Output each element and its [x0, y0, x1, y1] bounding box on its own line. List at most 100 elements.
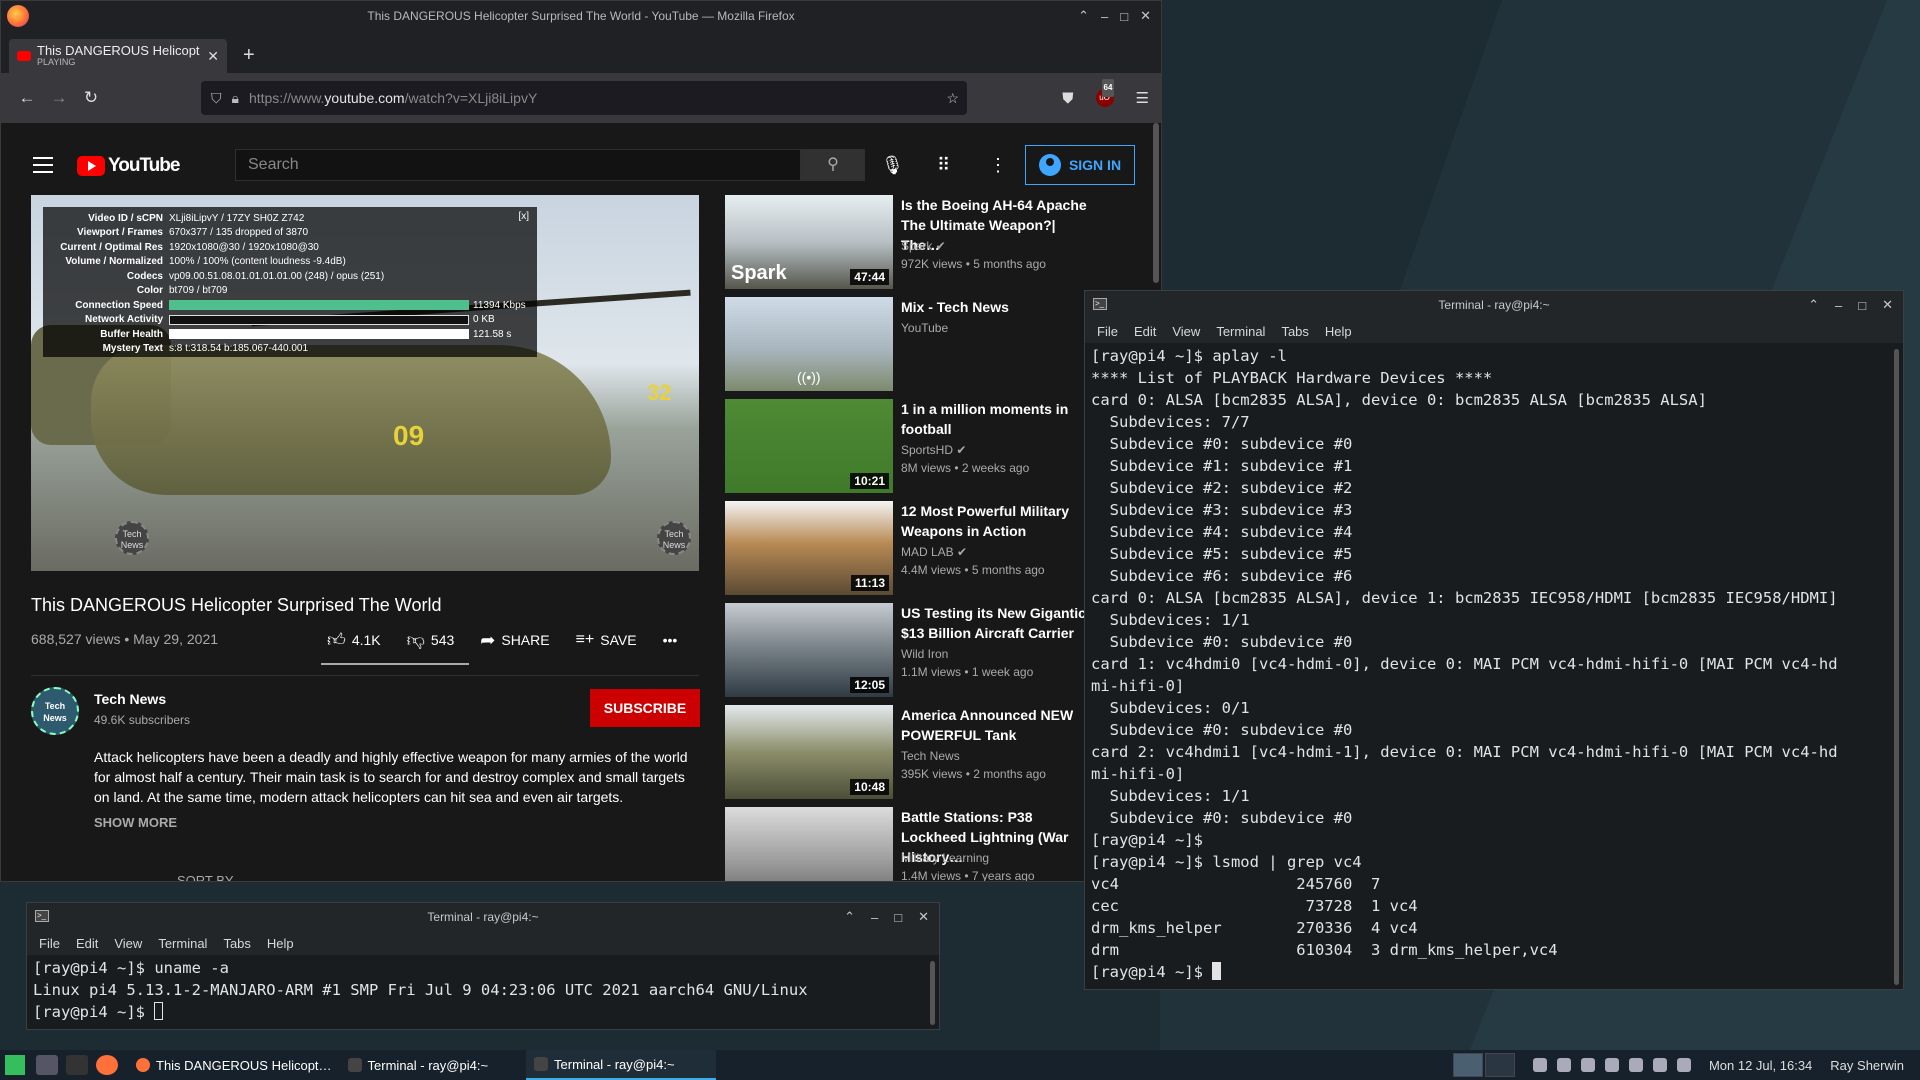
maximize-button[interactable]: □: [894, 910, 902, 925]
terminal-launcher-icon[interactable]: [66, 1055, 88, 1075]
taskbar-task-terminal[interactable]: Terminal - ray@pi4:~: [340, 1050, 497, 1080]
stats-close-button[interactable]: [x]: [518, 211, 529, 222]
save-button[interactable]: ≡+ SAVE: [576, 631, 637, 649]
url-bar[interactable]: ⛉ 🔒︎ https://www. youtube.com/watch?v=XLj…: [201, 81, 967, 115]
user-name[interactable]: Ray Sherwin: [1830, 1058, 1904, 1073]
show-more-button[interactable]: SHOW MORE: [94, 815, 177, 830]
reload-icon[interactable]: ↻: [75, 88, 107, 108]
dislike-button[interactable]: 👎︎ 543: [407, 629, 455, 651]
minimize-button[interactable]: –: [1835, 298, 1842, 313]
shade-button[interactable]: ⌃: [1078, 8, 1089, 24]
back-arrow-icon[interactable]: ←: [11, 88, 43, 108]
tracking-shield-icon[interactable]: ⛉: [211, 90, 222, 107]
firefox-launcher-icon[interactable]: [96, 1055, 118, 1075]
terminal-prompt[interactable]: [ray@pi4 ~]$: [1091, 961, 1897, 983]
clock[interactable]: Mon 12 Jul, 16:34: [1709, 1058, 1812, 1073]
taskbar-task-terminal-active[interactable]: Terminal - ray@pi4:~: [526, 1050, 717, 1080]
menu-help[interactable]: Help: [267, 936, 294, 951]
maximize-button[interactable]: □: [1120, 9, 1128, 24]
minimize-button[interactable]: –: [871, 910, 878, 925]
update-icon[interactable]: [1604, 1058, 1619, 1072]
shade-button[interactable]: ⌃: [844, 909, 855, 925]
menu-terminal[interactable]: Terminal: [1216, 324, 1265, 339]
recommended-video[interactable]: 12:05 US Testing its New Gigantic $13 Bi…: [725, 603, 1145, 699]
recommended-title[interactable]: 12 Most Powerful Military Weapons in Act…: [901, 501, 1091, 541]
video-thumbnail[interactable]: [725, 807, 893, 881]
menu-file[interactable]: File: [39, 936, 60, 951]
workspace-2[interactable]: [1484, 1053, 1515, 1077]
maximize-button[interactable]: □: [1858, 298, 1866, 313]
menu-edit[interactable]: Edit: [76, 936, 98, 951]
apps-grid-icon[interactable]: ⠿: [937, 155, 950, 176]
menu-tabs[interactable]: Tabs: [1281, 324, 1308, 339]
menu-view[interactable]: View: [114, 936, 142, 951]
search-button[interactable]: ⚲: [801, 149, 865, 181]
recommended-title[interactable]: America Announced NEW POWERFUL Tank: [901, 705, 1091, 745]
file-manager-icon[interactable]: [36, 1055, 58, 1075]
network-icon[interactable]: [1580, 1058, 1595, 1072]
firefox-titlebar[interactable]: This DANGEROUS Helicopter Surprised The …: [1, 1, 1161, 31]
more-actions-button[interactable]: •••: [663, 632, 678, 648]
menu-tabs[interactable]: Tabs: [223, 936, 250, 951]
pocket-icon[interactable]: ⛊: [1062, 90, 1073, 107]
video-thumbnail[interactable]: 12:05: [725, 603, 893, 697]
new-tab-button[interactable]: +: [243, 44, 255, 67]
video-thumbnail[interactable]: ((•)): [725, 297, 893, 391]
recommended-title[interactable]: 1 in a million moments in football: [901, 399, 1091, 439]
menu-edit[interactable]: Edit: [1134, 324, 1156, 339]
share-button[interactable]: ➦ SHARE: [480, 630, 549, 651]
volume-icon[interactable]: [1532, 1058, 1547, 1072]
browser-tab[interactable]: This DANGEROUS Helicopt PLAYING ✕: [9, 39, 227, 73]
channel-avatar[interactable]: Tech News: [31, 687, 79, 735]
terminal-titlebar[interactable]: >_ Terminal - ray@pi4:~ ⌃ – □ ✕: [27, 903, 939, 931]
shade-button[interactable]: ⌃: [1808, 297, 1819, 313]
page-scrollbar[interactable]: [1153, 123, 1159, 283]
youtube-logo[interactable]: YouTube: [77, 155, 180, 177]
recommended-video[interactable]: 11:13 12 Most Powerful Military Weapons …: [725, 501, 1145, 597]
display-icon[interactable]: [1628, 1058, 1643, 1072]
minimize-button[interactable]: –: [1101, 9, 1108, 24]
video-thumbnail[interactable]: 10:21: [725, 399, 893, 493]
terminal-output[interactable]: [ray@pi4 ~]$ aplay -l **** List of PLAYBA…: [1085, 343, 1903, 985]
video-thumbnail[interactable]: 11:13: [725, 501, 893, 595]
subscribe-button[interactable]: SUBSCRIBE: [590, 689, 700, 727]
terminal-prompt[interactable]: [ray@pi4 ~]$: [33, 1001, 933, 1023]
app-menu-icon[interactable]: ☰: [1136, 89, 1149, 107]
terminal-scrollbar[interactable]: [1894, 349, 1899, 985]
recommended-video[interactable]: Spark 47:44 Is the Boeing AH-64 Apache T…: [725, 195, 1145, 291]
video-thumbnail[interactable]: 10:48: [725, 705, 893, 799]
recommended-video[interactable]: ((•)) Mix - Tech News YouTube: [725, 297, 1145, 393]
guide-menu-icon[interactable]: [33, 157, 53, 173]
workspace-switcher[interactable]: [1452, 1053, 1515, 1077]
tab-close-icon[interactable]: ✕: [207, 48, 219, 65]
notification-icon[interactable]: [1652, 1058, 1667, 1072]
recommended-video[interactable]: 10:21 1 in a million moments in football…: [725, 399, 1145, 495]
menu-file[interactable]: File: [1097, 324, 1118, 339]
workspace-1[interactable]: [1452, 1053, 1483, 1077]
terminal-titlebar[interactable]: >_ Terminal - ray@pi4:~ ⌃ – □ ✕: [1085, 291, 1903, 319]
recommended-title[interactable]: Mix - Tech News: [901, 297, 1091, 317]
recommended-video[interactable]: Battle Stations: P38 Lockheed Lightning …: [725, 807, 1145, 881]
terminal-output[interactable]: [ray@pi4 ~]$ uname -a Linux pi4 5.13.1-2-…: [27, 955, 939, 1025]
menu-help[interactable]: Help: [1325, 324, 1352, 339]
recommended-video[interactable]: 10:48 America Announced NEW POWERFUL Tan…: [725, 705, 1145, 801]
app-launcher-icon[interactable]: [2, 1052, 28, 1078]
like-button[interactable]: 👍︎ 4.1K: [327, 629, 381, 651]
recommended-title[interactable]: US Testing its New Gigantic $13 Billion …: [901, 603, 1091, 643]
video-thumbnail[interactable]: Spark 47:44: [725, 195, 893, 289]
bookmark-star-icon[interactable]: ☆: [946, 90, 959, 107]
channel-name[interactable]: Tech News: [94, 691, 166, 707]
terminal-scrollbar[interactable]: [930, 961, 935, 1025]
sort-comments-button[interactable]: SORT BY: [177, 873, 234, 881]
close-button[interactable]: ✕: [1140, 8, 1151, 24]
search-input[interactable]: Search: [235, 149, 801, 181]
menu-terminal[interactable]: Terminal: [158, 936, 207, 951]
video-player[interactable]: 09 32 Tech News Tech News [x] Video ID /…: [31, 195, 699, 571]
forward-arrow-icon[interactable]: →: [43, 88, 75, 108]
ublock-origin-icon[interactable]: uO 64: [1095, 79, 1115, 107]
sign-in-button[interactable]: SIGN IN: [1025, 145, 1135, 185]
close-button[interactable]: ✕: [1882, 297, 1893, 313]
menu-view[interactable]: View: [1172, 324, 1200, 339]
screenshot-icon[interactable]: [1556, 1058, 1571, 1072]
close-button[interactable]: ✕: [918, 909, 929, 925]
